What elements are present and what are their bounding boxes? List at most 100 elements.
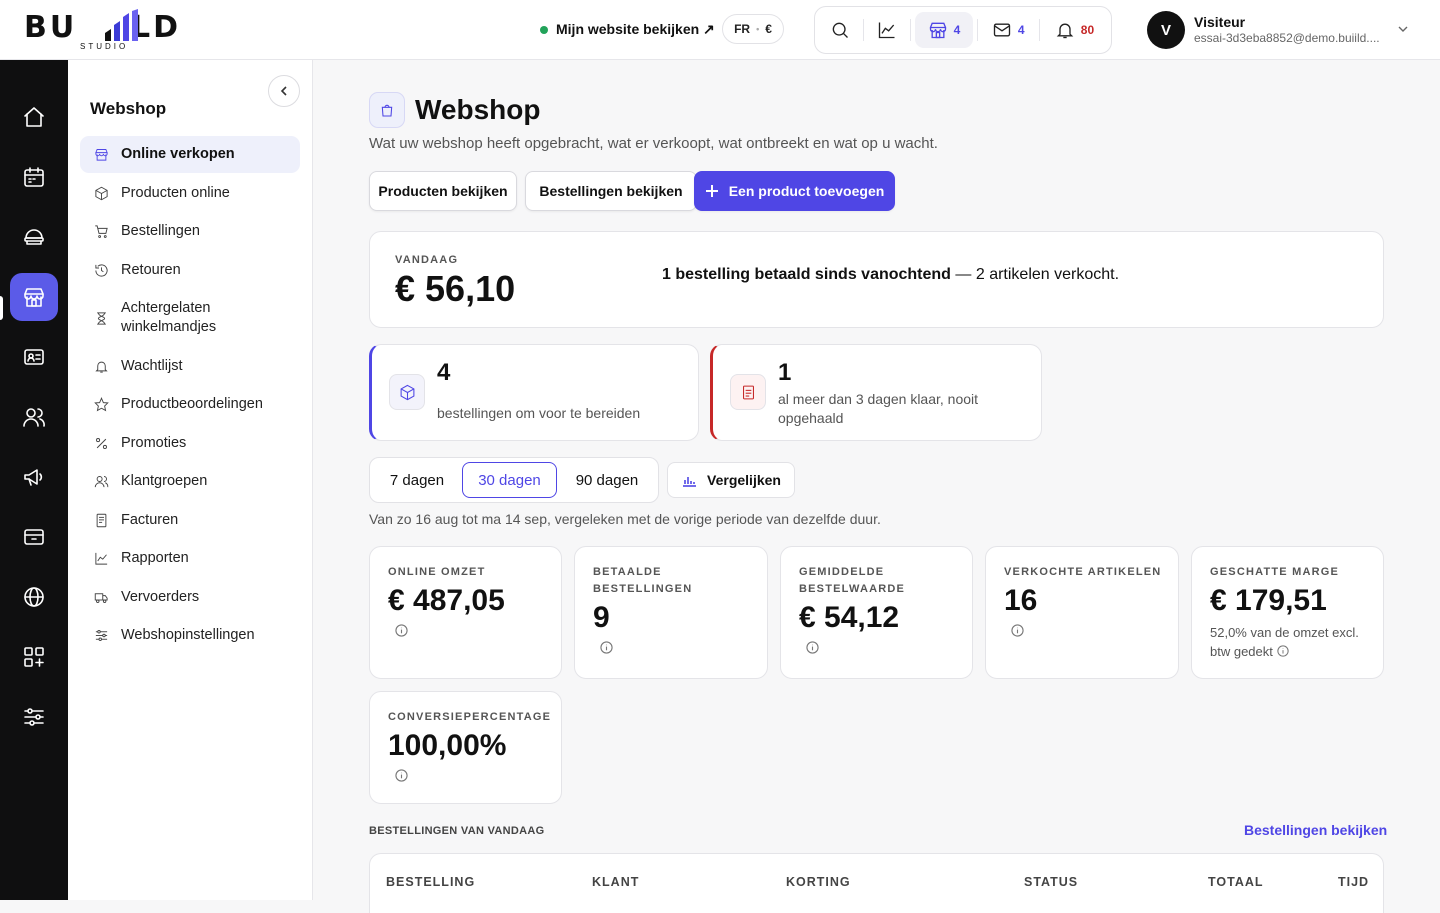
column-header-total[interactable]: TOTAAL (1208, 875, 1264, 889)
sidebar-item-label: Retouren (121, 262, 181, 278)
settings-sliders-icon (24, 708, 44, 726)
store-icon (95, 149, 108, 161)
rail-catering[interactable] (10, 213, 58, 261)
sidebar-item-vervoerders[interactable]: Vervoerders (80, 579, 300, 616)
user-menu[interactable]: V Visiteur essai-3d3eba8852@demo.buiild.… (1147, 11, 1417, 49)
app-rail (0, 60, 68, 900)
period-description: Van zo 16 aug tot ma 14 sep, vergeleken … (369, 511, 881, 527)
info-icon[interactable] (1276, 645, 1289, 657)
column-header-customer[interactable]: KLANT (592, 875, 639, 889)
sidebar-item-facturen[interactable]: Facturen (80, 502, 300, 539)
rail-website[interactable] (10, 573, 58, 621)
info-icon[interactable] (806, 641, 820, 655)
column-header-time[interactable]: TIJD (1338, 875, 1369, 889)
plus-icon (705, 185, 718, 197)
rail-settings[interactable] (10, 693, 58, 741)
user-email: essai-3d3eba8852@demo.buiild.... (1194, 31, 1380, 45)
top-bar: BU LD STUDIO Mijn website bekijken ↗ FR … (0, 0, 1440, 60)
kpi-conversion-rate: CONVERSIEPERCENTAGE 100,00% (369, 691, 562, 804)
rail-contacts[interactable] (10, 333, 58, 381)
language-currency-selector[interactable]: FR • € (722, 14, 784, 44)
column-header-status[interactable]: STATUS (1024, 875, 1078, 889)
info-icon[interactable] (395, 769, 409, 783)
sidebar-item-label: Webshopinstellingen (121, 627, 255, 643)
kpi-note: 52,0% van de omzet excl. btw gedekt (1210, 623, 1360, 661)
alert-icon-wrap (389, 374, 425, 410)
rail-customers[interactable] (10, 393, 58, 441)
sidebar-item-webshopinstellingen[interactable]: Webshopinstellingen (80, 617, 300, 654)
rail-webshop[interactable] (10, 273, 58, 321)
search-icon (832, 22, 849, 38)
rail-apps[interactable] (10, 633, 58, 681)
sidebar-item-bestellingen[interactable]: Bestellingen (80, 213, 300, 250)
sidebar-item-achtergelaten-winkelmandjes[interactable]: Achtergelaten winkelmandjes (80, 290, 300, 346)
globe-icon (24, 587, 44, 607)
notifications-button[interactable]: 80 (1044, 12, 1105, 48)
period-30-days[interactable]: 30 dagen (462, 462, 557, 498)
period-7-days[interactable]: 7 dagen (376, 462, 458, 498)
users-icon (23, 408, 45, 427)
column-header-order[interactable]: BESTELLING (386, 875, 475, 889)
hourglass-icon (97, 311, 106, 325)
quick-actions-bar: 4 4 80 (814, 6, 1112, 54)
home-icon (24, 107, 44, 127)
compare-button[interactable]: Vergelijken (667, 462, 795, 498)
kpi-items-sold: VERKOCHTE ARTIKELEN 16 (985, 546, 1179, 679)
logo[interactable]: BU LD STUDIO (24, 8, 184, 52)
sidebar-item-online-verkopen[interactable]: Online verkopen (80, 136, 300, 173)
add-product-button[interactable]: Een product toevoegen (694, 171, 895, 211)
calendar-icon (24, 167, 44, 187)
apps-icon (24, 647, 44, 667)
chevron-left-icon (280, 86, 287, 96)
document-icon (742, 385, 754, 399)
today-label: VANDAAG (395, 254, 459, 266)
rail-payments[interactable] (10, 513, 58, 561)
sidebar-item-productbeoordelingen[interactable]: Productbeoordelingen (80, 386, 300, 423)
megaphone-icon (24, 469, 43, 486)
search-button[interactable] (821, 12, 859, 48)
rail-marketing[interactable] (10, 453, 58, 501)
collapse-sidebar-button[interactable] (268, 75, 300, 107)
sidebar-item-wachtlijst[interactable]: Wachtlijst (80, 348, 300, 385)
view-orders-button[interactable]: Bestellingen bekijken (525, 171, 697, 211)
sidebar-item-promoties[interactable]: Promoties (80, 425, 300, 462)
view-website-link[interactable]: Mijn website bekijken ↗ (540, 21, 715, 38)
view-orders-link[interactable]: Bestellingen bekijken (1244, 822, 1387, 838)
period-90-days[interactable]: 90 dagen (562, 462, 652, 498)
period-selector: 7 dagen 30 dagen 90 dagen (369, 457, 659, 503)
sidebar-item-klantgroepen[interactable]: Klantgroepen (80, 463, 300, 500)
kpi-label: ONLINE OMZET (388, 566, 486, 578)
rail-calendar[interactable] (10, 153, 58, 201)
language-label: FR (734, 22, 751, 36)
kpi-label: GEMIDDELDE BESTELWAARDE (799, 566, 906, 595)
sidebar-item-label: Facturen (121, 512, 179, 528)
kpi-average-order-value: GEMIDDELDE BESTELWAARDE € 54,12 (780, 546, 973, 679)
sidebar-item-retouren[interactable]: Retouren (80, 252, 300, 289)
kpi-online-revenue: ONLINE OMZET € 487,05 (369, 546, 562, 679)
view-website-label: Mijn website bekijken ↗ (556, 21, 715, 37)
column-header-discount[interactable]: KORTING (786, 875, 851, 889)
info-icon[interactable] (1011, 624, 1025, 638)
rail-home[interactable] (10, 93, 58, 141)
sidebar-item-rapporten[interactable]: Rapporten (80, 540, 300, 577)
sidebar-item-producten-online[interactable]: Producten online (80, 175, 300, 212)
sidebar-item-label: Bestellingen (121, 223, 200, 239)
orders-to-prepare-card[interactable]: 4 bestellingen om voor te bereiden (369, 344, 699, 441)
today-message: 1 bestelling betaald sinds vanochtend — … (662, 266, 1119, 284)
uncollected-orders-card[interactable]: 1 al meer dan 3 dagen klaar, nooit opgeh… (710, 344, 1042, 441)
view-products-button[interactable]: Producten bekijken (369, 171, 517, 211)
shopping-bag-icon (381, 104, 393, 117)
kpi-value: 16 (1004, 584, 1038, 617)
alert-number: 4 (437, 359, 451, 386)
alert-number: 1 (778, 359, 792, 386)
page-title: Webshop (415, 94, 541, 125)
store-orders-button[interactable]: 4 (915, 12, 973, 48)
kpi-label: GESCHATTE MARGE (1210, 566, 1340, 578)
messages-button[interactable]: 4 (982, 12, 1035, 48)
stats-button[interactable] (868, 12, 906, 48)
sidebar-item-label: Online verkopen (121, 146, 235, 162)
info-icon[interactable] (600, 641, 614, 655)
info-icon[interactable] (395, 624, 409, 638)
sliders-icon (95, 630, 108, 641)
store-icon (929, 22, 946, 39)
